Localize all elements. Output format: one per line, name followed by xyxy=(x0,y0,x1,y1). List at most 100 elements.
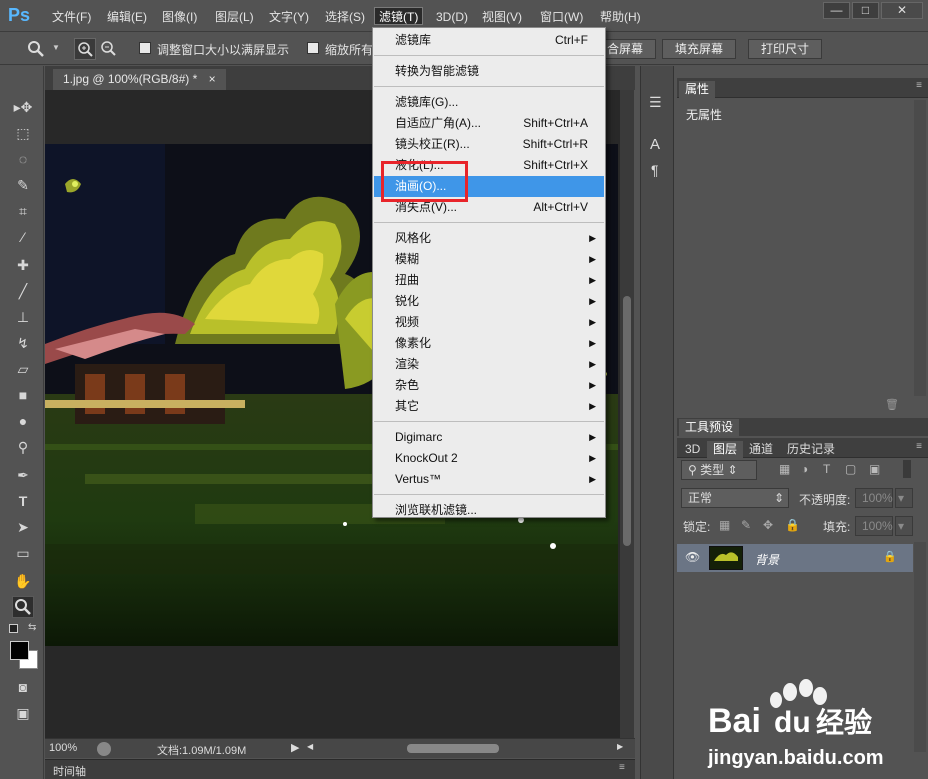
quick-select-tool-icon[interactable]: ✎ xyxy=(12,174,34,196)
menu-help[interactable]: 帮助(H) xyxy=(596,8,645,26)
default-colors-icon[interactable] xyxy=(9,624,18,633)
pen-tool-icon[interactable]: ✒ xyxy=(12,464,34,486)
filter-menu-item[interactable]: 模糊 ▶ xyxy=(374,249,604,270)
eyedropper-tool-icon[interactable]: ⁄ xyxy=(12,226,34,248)
menu-layer[interactable]: 图层(L) xyxy=(211,8,258,26)
maximize-button[interactable]: □ xyxy=(852,2,879,19)
tab-channels[interactable]: 通道 xyxy=(743,441,779,458)
menu-window[interactable]: 窗口(W) xyxy=(536,8,587,26)
filter-menu-item[interactable]: 渲染 ▶ xyxy=(374,354,604,375)
menu-image[interactable]: 图像(I) xyxy=(158,8,201,26)
tab-3d[interactable]: 3D xyxy=(679,441,706,458)
filter-menu-item[interactable]: 镜头校正(R)... Shift+Ctrl+R xyxy=(374,134,604,155)
filter-menu-item[interactable]: 液化(L)... Shift+Ctrl+X xyxy=(374,155,604,176)
healing-brush-tool-icon[interactable]: ✚ xyxy=(12,254,34,276)
filter-menu-item[interactable]: 其它 ▶ xyxy=(374,396,604,417)
history-panel-icon[interactable]: ☰ xyxy=(649,94,662,111)
filter-menu-item[interactable]: KnockOut 2 ▶ xyxy=(374,448,604,469)
filter-menu-item[interactable]: 浏览联机滤镜... xyxy=(374,500,604,521)
close-tab-icon[interactable]: × xyxy=(209,72,216,86)
status-info-icon[interactable] xyxy=(97,742,111,756)
filter-pixel-icon[interactable]: ▦ xyxy=(779,462,790,476)
fill-dropdown-icon[interactable]: ▾ xyxy=(895,516,913,536)
zoom-out-icon[interactable] xyxy=(98,38,120,60)
eraser-tool-icon[interactable]: ▱ xyxy=(12,358,34,380)
lock-all-icon[interactable]: 🔒 xyxy=(785,518,800,532)
minimize-button[interactable]: — xyxy=(823,2,850,19)
foreground-color-swatch[interactable] xyxy=(10,641,29,660)
document-tab[interactable]: 1.jpg @ 100%(RGB/8#) * × xyxy=(53,69,226,90)
hand-tool-icon[interactable]: ✋ xyxy=(12,570,34,592)
trash-icon[interactable]: 🗑 xyxy=(885,398,899,411)
menu-view[interactable]: 视图(V) xyxy=(478,8,526,26)
swap-colors-icon[interactable]: ⇆ xyxy=(28,622,36,633)
menu-file[interactable]: 文件(F) xyxy=(48,8,95,26)
zoom-tool-icon[interactable] xyxy=(26,39,46,59)
blend-mode-select[interactable]: 正常 ⇕ xyxy=(681,488,789,508)
layers-panel-menu-icon[interactable]: ≡ xyxy=(916,441,922,452)
layer-name[interactable]: 背景 xyxy=(755,551,779,568)
brush-tool-icon[interactable]: ╱ xyxy=(12,280,34,302)
filter-menu-item[interactable]: 风格化 ▶ xyxy=(374,228,604,249)
fill-screen-button[interactable]: 填充屏幕 xyxy=(662,39,737,59)
blur-tool-icon[interactable]: ● xyxy=(12,410,34,432)
filter-menu-item[interactable]: 自适应广角(A)... Shift+Ctrl+A xyxy=(374,113,604,134)
gradient-tool-icon[interactable]: ■ xyxy=(12,384,34,406)
filter-menu-item[interactable]: 像素化 ▶ xyxy=(374,333,604,354)
scroll-left-icon[interactable]: ◀ xyxy=(307,742,313,751)
filter-adjust-icon[interactable]: ◑ xyxy=(801,462,808,476)
lasso-tool-icon[interactable]: ◌ xyxy=(12,148,34,170)
filter-menu-item[interactable]: 视频 ▶ xyxy=(374,312,604,333)
tab-history[interactable]: 历史记录 xyxy=(781,441,841,458)
eye-icon[interactable]: 👁 xyxy=(685,550,700,564)
fit-screen-button[interactable]: 合屏幕 xyxy=(600,39,657,59)
filter-menu-item[interactable]: 杂色 ▶ xyxy=(374,375,604,396)
menu-3d[interactable]: 3D(D) xyxy=(432,8,472,26)
menu-filter[interactable]: 滤镜(T) xyxy=(374,7,424,25)
lock-pixels-icon[interactable]: ✎ xyxy=(741,518,751,532)
menu-edit[interactable]: 编辑(E) xyxy=(103,8,151,26)
paragraph-panel-icon[interactable]: ¶ xyxy=(651,162,659,178)
properties-scrollbar[interactable] xyxy=(914,100,926,396)
scroll-right-icon[interactable]: ▶ xyxy=(617,742,623,751)
vertical-scrollbar[interactable] xyxy=(620,90,634,738)
clone-stamp-tool-icon[interactable]: ⊥ xyxy=(12,306,34,328)
zoom-level[interactable]: 100% xyxy=(49,742,77,754)
path-selection-tool-icon[interactable]: ➤ xyxy=(12,516,34,538)
lock-position-icon[interactable]: ✥ xyxy=(763,518,773,532)
tool-preset-dropdown-icon[interactable]: ▼ xyxy=(52,43,60,52)
tab-layers[interactable]: 图层 xyxy=(707,441,744,458)
close-button[interactable]: ✕ xyxy=(881,2,923,19)
menu-select[interactable]: 选择(S) xyxy=(321,8,369,26)
screen-mode-icon[interactable]: ▣ xyxy=(12,702,34,724)
filter-menu-item[interactable]: 滤镜库(G)... xyxy=(374,92,604,113)
vertical-scroll-thumb[interactable] xyxy=(623,296,631,546)
fill-input[interactable]: 100% xyxy=(855,516,893,536)
quick-mask-icon[interactable]: ◙ xyxy=(12,676,34,698)
crop-tool-icon[interactable]: ⌗ xyxy=(12,200,34,222)
status-menu-arrow-icon[interactable]: ▶ xyxy=(291,741,299,754)
filter-shape-icon[interactable]: ▢ xyxy=(845,462,856,476)
filter-type-icon[interactable]: T xyxy=(823,462,830,476)
filter-menu-item[interactable]: 油画(O)... xyxy=(374,176,604,197)
history-brush-tool-icon[interactable]: ↯ xyxy=(12,332,34,354)
menu-type[interactable]: 文字(Y) xyxy=(265,8,313,26)
filter-smart-object-icon[interactable]: ▣ xyxy=(869,462,880,476)
filter-menu-item[interactable]: 转换为智能滤镜 xyxy=(374,61,604,82)
filter-menu-item[interactable]: Digimarc ▶ xyxy=(374,427,604,448)
move-tool-icon[interactable]: ▸✥ xyxy=(12,96,34,118)
zoom-in-icon[interactable] xyxy=(74,38,96,60)
print-size-button[interactable]: 打印尺寸 xyxy=(748,39,823,59)
filter-toggle-icon[interactable] xyxy=(903,460,911,478)
timeline-panel-bar[interactable]: 时间轴 ≡ xyxy=(45,759,635,779)
panel-menu-icon[interactable]: ≡ xyxy=(916,80,922,91)
filter-menu-item[interactable]: 滤镜库 Ctrl+F xyxy=(374,30,604,51)
tab-properties[interactable]: 属性 xyxy=(679,81,716,98)
dodge-tool-icon[interactable]: ⚲ xyxy=(12,436,34,458)
timeline-menu-icon[interactable]: ≡ xyxy=(619,762,625,773)
filter-menu-item[interactable]: 扭曲 ▶ xyxy=(374,270,604,291)
filter-menu-item[interactable]: 锐化 ▶ xyxy=(374,291,604,312)
filter-menu-item[interactable]: 消失点(V)... Alt+Ctrl+V xyxy=(374,197,604,218)
opacity-input[interactable]: 100% xyxy=(855,488,893,508)
type-tool-icon[interactable]: T xyxy=(12,490,34,512)
